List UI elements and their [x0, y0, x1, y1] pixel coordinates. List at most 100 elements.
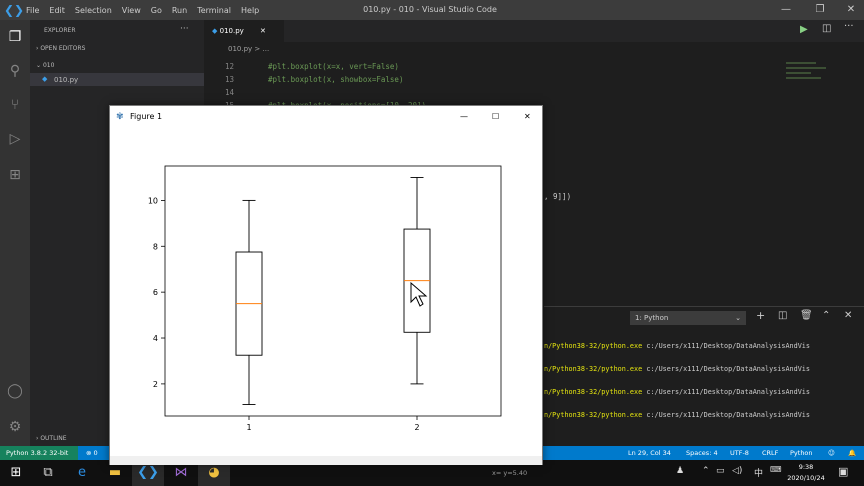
figure-titlebar[interactable]: ✾ Figure 1 — ☐ ✕	[110, 106, 542, 128]
menu-help[interactable]: Help	[241, 6, 259, 15]
close-panel-icon[interactable]: ✕	[844, 310, 852, 321]
search-icon[interactable]: ⚲	[0, 56, 30, 86]
settings-gear-icon[interactable]: ⚙	[0, 412, 30, 442]
y-tick-label: 4	[153, 334, 158, 343]
outline-section[interactable]: › OUTLINE	[36, 435, 66, 442]
clock-date: 2020/10/24	[787, 474, 825, 482]
open-editors-section[interactable]: › OPEN EDITORS	[36, 45, 85, 52]
minimap[interactable]	[786, 58, 846, 98]
menu-edit[interactable]: Edit	[49, 6, 65, 15]
ime-indicator[interactable]: 中	[754, 466, 763, 479]
chevron-down-icon: ⌄	[735, 314, 741, 322]
terminal-exe: n/Python38-32/python.exe	[544, 342, 647, 350]
encoding[interactable]: UTF-8	[730, 446, 749, 460]
figure-maximize-icon[interactable]: ☐	[492, 106, 499, 128]
menu-file[interactable]: File	[26, 6, 39, 15]
y-tick-label: 2	[153, 380, 158, 389]
activity-bar: ❐ ⚲ ⑂ ▷ ⊞ ◯ ⚙	[0, 20, 30, 446]
line-number: 12	[224, 62, 234, 71]
menu-run[interactable]: Run	[172, 6, 187, 15]
tab-close-icon[interactable]: ✕	[260, 27, 266, 35]
python-interpreter[interactable]: Python 3.8.2 32-bit	[0, 446, 78, 460]
feedback-icon[interactable]: ☺	[828, 446, 835, 460]
extensions-icon[interactable]: ⊞	[0, 160, 30, 190]
editor-tabs: ◆ 010.py ✕ ▶ ◫ ···	[204, 20, 864, 42]
menu-bar: File Edit Selection View Go Run Terminal…	[26, 0, 259, 20]
x-tick-label: 2	[414, 423, 419, 432]
split-editor-icon[interactable]: ◫	[822, 23, 831, 34]
new-terminal-icon[interactable]: +	[756, 309, 765, 322]
start-windows-icon[interactable]: ⊞	[0, 460, 32, 486]
plot-frame	[164, 165, 502, 417]
explorer-icon[interactable]: ❐	[0, 22, 30, 52]
folder-label: 010	[42, 62, 55, 69]
clock-time: 9:38	[798, 463, 814, 471]
matplotlib-icon: ✾	[116, 112, 124, 122]
run-debug-icon[interactable]: ▷	[0, 124, 30, 154]
breadcrumb[interactable]: 010.py > ...	[204, 42, 864, 56]
indentation[interactable]: Spaces: 4	[686, 446, 718, 460]
edge-icon[interactable]: e	[66, 460, 98, 486]
terminal-path: c:/Users/x111/Desktop/DataAnalysisAndVis	[646, 342, 810, 350]
editor-more-icon[interactable]: ···	[844, 21, 854, 32]
line-text: #plt.boxplot(x, showbox=False)	[268, 75, 404, 84]
cursor-position[interactable]: Ln 29, Col 34	[628, 446, 671, 460]
task-view-icon[interactable]: ⧉	[32, 460, 64, 486]
code-fragment: , 9]])	[544, 192, 572, 201]
bell-icon[interactable]: 🔔	[848, 446, 856, 460]
line-text: #plt.boxplot(x=x, vert=False)	[268, 62, 399, 71]
code-line: 13 #plt.boxplot(x, showbox=False)	[204, 73, 544, 86]
keyboard-icon[interactable]: ⌨	[770, 465, 782, 474]
terminal-select[interactable]: 1: Python ⌄	[630, 311, 746, 325]
python-tab-icon: ◆	[212, 27, 218, 35]
tab-010py[interactable]: ◆ 010.py ✕	[204, 20, 284, 42]
language-mode[interactable]: Python	[790, 446, 813, 460]
file-label: 010.py	[54, 76, 79, 84]
figure-minimize-icon[interactable]: —	[460, 106, 468, 128]
split-terminal-icon[interactable]: ◫	[778, 310, 787, 321]
tab-label: 010.py	[219, 27, 244, 35]
run-icon[interactable]: ▶	[800, 24, 808, 35]
restore-icon[interactable]: ❐	[805, 0, 835, 20]
code-line: 12 #plt.boxplot(x=x, vert=False)	[204, 60, 544, 73]
code-line: 14	[204, 86, 544, 99]
menu-go[interactable]: Go	[151, 6, 162, 15]
figure-window[interactable]: ✾ Figure 1 — ☐ ✕ 2 4 6 8 10 1 2	[109, 105, 543, 465]
terminal-path: c:/Users/x111/Desktop/DataAnalysisAndVis	[646, 365, 810, 373]
clock[interactable]: 9:38 2020/10/24	[782, 462, 830, 484]
terminal-path: c:/Users/x111/Desktop/DataAnalysisAndVis	[646, 411, 810, 419]
more-actions-icon[interactable]: ···	[180, 24, 189, 34]
menu-selection[interactable]: Selection	[75, 6, 112, 15]
volume-icon[interactable]: ◁)	[732, 466, 742, 476]
tray-chevron-icon[interactable]: ⌃	[702, 466, 710, 476]
menu-view[interactable]: View	[122, 6, 141, 15]
terminal-select-label: 1: Python	[635, 314, 669, 322]
terminal-line: n/Python38-32/python.exe c:/Users/x111/D…	[544, 404, 864, 427]
vscode-titlebar: ❮❯ File Edit Selection View Go Run Termi…	[0, 0, 864, 20]
terminal-path: c:/Users/x111/Desktop/DataAnalysisAndVis	[646, 388, 810, 396]
terminal-line: n/Python38-32/python.exe c:/Users/x111/D…	[544, 358, 864, 381]
boxplot-chart[interactable]: 2468101 2	[110, 128, 542, 456]
line-endings[interactable]: CRLF	[762, 446, 778, 460]
terminal-line: n/Python38-32/python.exe c:/Users/x111/D…	[544, 335, 864, 358]
terminal-output[interactable]: n/Python38-32/python.exe c:/Users/x111/D…	[544, 335, 864, 427]
notifications-icon[interactable]: ▣	[838, 465, 848, 478]
file-item[interactable]: ◆ 010.py	[30, 73, 204, 86]
folder-section[interactable]: ⌄ 010	[36, 62, 54, 69]
network-icon[interactable]: ▭	[716, 466, 725, 476]
trash-icon[interactable]: 🗑	[800, 310, 813, 321]
vscode-logo-icon: ❮❯	[4, 3, 25, 17]
problems-count[interactable]: ⊗ 0	[86, 446, 98, 460]
close-icon[interactable]: ✕	[836, 0, 864, 20]
minimize-icon[interactable]: —	[771, 0, 801, 20]
person-icon[interactable]: ♟	[676, 466, 684, 476]
x-tick-label: 1	[246, 423, 251, 432]
explorer-header: EXPLORER	[44, 27, 76, 34]
source-control-icon[interactable]: ⑂	[0, 90, 30, 120]
account-icon[interactable]: ◯	[0, 376, 30, 406]
maximize-panel-icon[interactable]: ⌃	[822, 310, 830, 321]
y-tick-label: 10	[148, 196, 158, 205]
menu-terminal[interactable]: Terminal	[197, 6, 231, 15]
python-file-icon: ◆	[42, 75, 48, 83]
figure-close-icon[interactable]: ✕	[524, 106, 531, 128]
